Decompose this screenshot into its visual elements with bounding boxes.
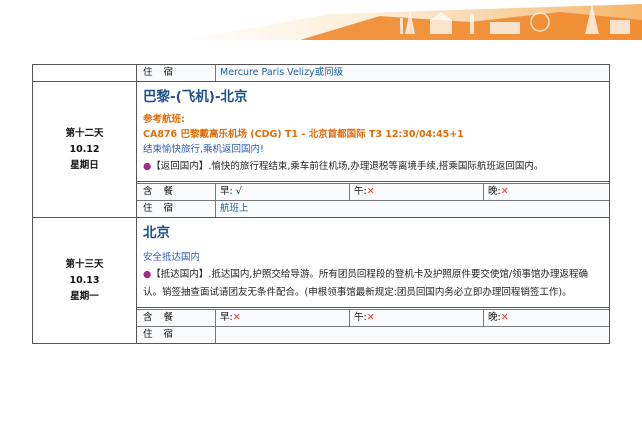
day-date: 10.13 xyxy=(69,274,100,286)
dinner-label: 晚: xyxy=(488,186,501,197)
breakfast-cell: 早: √ xyxy=(216,184,350,200)
previous-day-cell xyxy=(33,65,137,82)
lodging-line: 住 宿 xyxy=(137,326,609,343)
dinner-cell: 晚:✕ xyxy=(484,184,609,200)
lodging-label: 住 宿 xyxy=(137,327,216,343)
day-weekday: 星期日 xyxy=(70,159,99,171)
day-description: ●【抵达国内】.抵达国内,护照交给导游。所有团员回程段的登机卡及护照原件要交使馆… xyxy=(143,266,605,307)
day-date: 10.12 xyxy=(69,143,100,155)
breakfast-label: 早: xyxy=(220,312,233,323)
lodging-value: 航班上 xyxy=(220,203,249,214)
lunch-label: 午: xyxy=(354,312,367,323)
lodging-value: Mercure Paris Velizy或同级 xyxy=(220,67,344,78)
lunch-cell: 午:✕ xyxy=(350,310,484,326)
meals-label: 含 餐 xyxy=(137,184,216,200)
lunch-label: 午: xyxy=(354,186,367,197)
meals-label: 含 餐 xyxy=(137,310,216,326)
day-weekday: 星期一 xyxy=(70,290,99,302)
check-icon: √ xyxy=(235,186,242,197)
day-tag: 【抵达国内】 xyxy=(151,269,209,280)
day-content: 北京 安全抵达国内 ●【抵达国内】.抵达国内,护照交给导游。所有团员回程段的登机… xyxy=(137,218,609,308)
landmarks-banner-art xyxy=(0,0,642,40)
cross-icon: ✕ xyxy=(500,312,509,323)
lodging-line: 住 宿 航班上 xyxy=(137,200,609,218)
day-highlight: 安全抵达国内 xyxy=(143,252,201,263)
lodging-label: 住 宿 xyxy=(137,65,216,81)
route-title: 北京 xyxy=(143,225,170,241)
cross-icon: ✕ xyxy=(232,312,241,323)
day-row: 第十三天 10.13 星期一 北京 安全抵达国内 ●【抵达国内】.抵达国内,护照… xyxy=(33,218,609,343)
day-description-text: .愉快的旅行程结束,乘车前往机场,办理退税等离境手续,搭乘国际航班返回国内。 xyxy=(208,161,544,172)
day-description-text: .抵达国内,护照交给导游。所有团员回程段的登机卡及护照原件要交使馆/领事馆办理返… xyxy=(143,269,589,298)
header-banner xyxy=(0,0,642,40)
meals-line: 含 餐 早: √ 午:✕ 晚:✕ xyxy=(137,183,609,200)
dinner-label: 晚: xyxy=(488,312,501,323)
breakfast-label: 早: xyxy=(220,186,233,197)
cross-icon: ✕ xyxy=(366,312,375,323)
lodging-value xyxy=(216,327,609,343)
flight-label: 参考航班: xyxy=(143,114,185,125)
lodging-line: 住 宿 Mercure Paris Velizy或同级 xyxy=(137,65,609,82)
day-cell: 第十三天 10.13 星期一 xyxy=(33,218,137,343)
day-number: 第十二天 xyxy=(65,127,104,139)
flight-info: CA876 巴黎戴高乐机场 (CDG) T1 - 北京首都国际 T3 12:30… xyxy=(143,129,464,140)
previous-day-lodging-row: 住 宿 Mercure Paris Velizy或同级 xyxy=(33,65,609,82)
day-row: 第十二天 10.12 星期日 巴黎-(飞机)-北京 参考航班: CA876 巴黎… xyxy=(33,82,609,218)
lodging-label: 住 宿 xyxy=(137,201,216,217)
day-description: ●【返回国内】.愉快的旅行程结束,乘车前往机场,办理退税等离境手续,搭乘国际航班… xyxy=(143,158,605,181)
day-tag: 【返回国内】 xyxy=(151,161,209,172)
breakfast-cell: 早:✕ xyxy=(216,310,350,326)
cross-icon: ✕ xyxy=(500,186,509,197)
itinerary-table: 住 宿 Mercure Paris Velizy或同级 第十二天 10.12 星… xyxy=(32,64,610,344)
day-cell: 第十二天 10.12 星期日 xyxy=(33,82,137,218)
meals-line: 含 餐 早:✕ 午:✕ 晚:✕ xyxy=(137,309,609,326)
day-number: 第十三天 xyxy=(65,258,104,270)
cross-icon: ✕ xyxy=(366,186,375,197)
day-highlight: 结束愉快旅行,乘机返回国内! xyxy=(143,144,264,155)
route-title: 巴黎-(飞机)-北京 xyxy=(143,89,248,105)
dinner-cell: 晚:✕ xyxy=(484,310,609,326)
day-content: 巴黎-(飞机)-北京 参考航班: CA876 巴黎戴高乐机场 (CDG) T1 … xyxy=(137,82,609,182)
lunch-cell: 午:✕ xyxy=(350,184,484,200)
